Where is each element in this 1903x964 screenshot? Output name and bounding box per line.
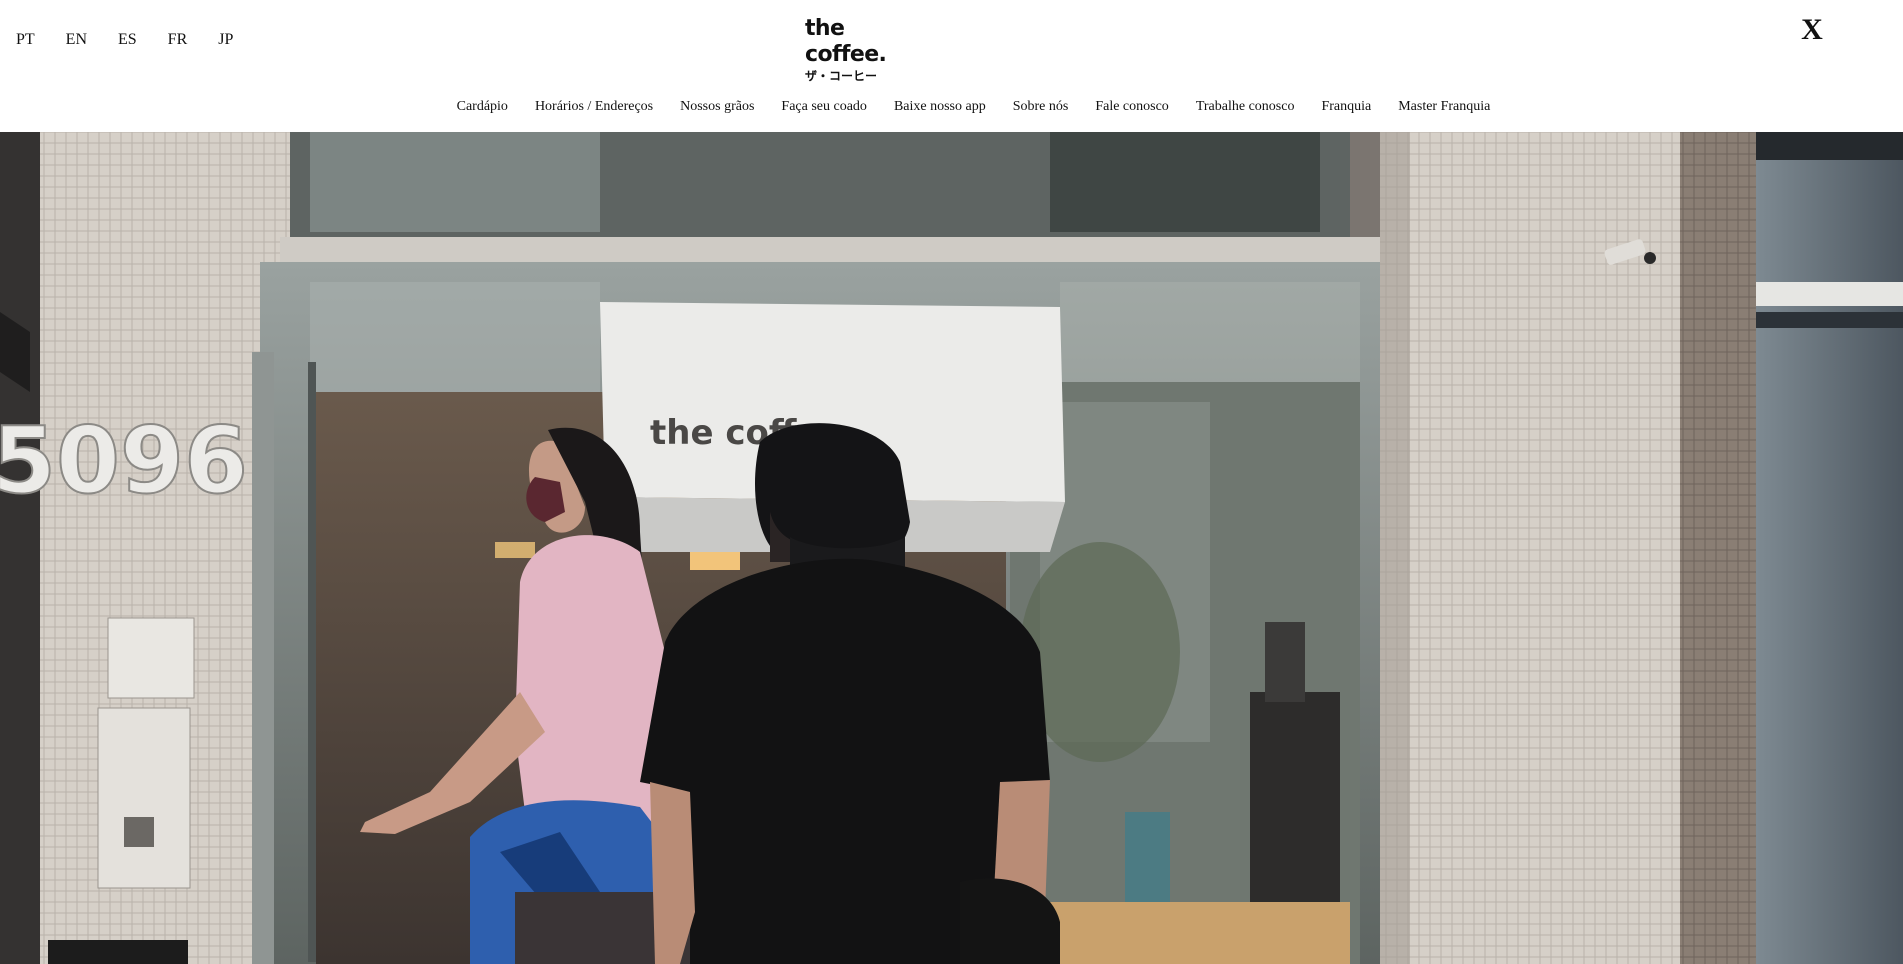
main-navigation: Cardápio Horários / Endereços Nossos grã… — [0, 98, 1903, 116]
language-es-link[interactable]: ES — [118, 31, 137, 49]
page: PT EN ES FR JP the coffee. ザ・コーヒー X Card… — [0, 0, 1903, 964]
nav-link-horarios-enderecos[interactable]: Horários / Endereços — [535, 98, 653, 116]
nav-link-faca-seu-coado[interactable]: Faça seu coado — [781, 98, 867, 116]
nav-link-sobre-nos[interactable]: Sobre nós — [1013, 98, 1069, 116]
main-navigation-links: Cardápio Horários / Endereços Nossos grã… — [443, 98, 1504, 116]
storefront-scene: 5096 the coffee. — [0, 132, 1903, 964]
language-jp-link[interactable]: JP — [218, 31, 233, 49]
language-fr-link[interactable]: FR — [168, 31, 188, 49]
street-bin — [48, 940, 188, 964]
nav-link-cardapio[interactable]: Cardápio — [457, 98, 508, 116]
nav-link-master-franquia[interactable]: Master Franquia — [1398, 98, 1490, 116]
language-pt-link[interactable]: PT — [16, 31, 35, 49]
far-right-building — [1756, 132, 1903, 964]
hero-storefront-photo: 5096 the coffee. — [0, 132, 1903, 964]
nav-link-baixe-nosso-app[interactable]: Baixe nosso app — [894, 98, 986, 116]
site-header: PT EN ES FR JP the coffee. ザ・コーヒー X Card… — [0, 0, 1903, 132]
wall-plate-bottom — [97, 707, 191, 889]
logo-wordmark: the coffee. — [805, 16, 887, 67]
nav-link-trabalhe-conosco[interactable]: Trabalhe conosco — [1196, 98, 1295, 116]
nav-link-fale-conosco[interactable]: Fale conosco — [1095, 98, 1168, 116]
teal-canister — [1125, 812, 1170, 902]
wall-plate-top — [107, 617, 195, 699]
logo-japanese-wordmark: ザ・コーヒー — [805, 69, 878, 83]
language-en-link[interactable]: EN — [66, 31, 87, 49]
nav-link-franquia[interactable]: Franquia — [1321, 98, 1371, 116]
ledge — [280, 237, 1380, 265]
qr-code — [124, 817, 154, 847]
counter — [1040, 902, 1350, 964]
language-switcher: PT EN ES FR JP — [16, 31, 233, 49]
espresso-machine — [1250, 692, 1340, 902]
brand-logo[interactable]: the coffee. ザ・コーヒー — [805, 16, 920, 83]
building-number: 5096 — [0, 407, 248, 514]
close-button[interactable]: X — [1796, 12, 1828, 48]
door-frame-left — [252, 352, 274, 964]
nav-link-nossos-graos[interactable]: Nossos grãos — [680, 98, 754, 116]
